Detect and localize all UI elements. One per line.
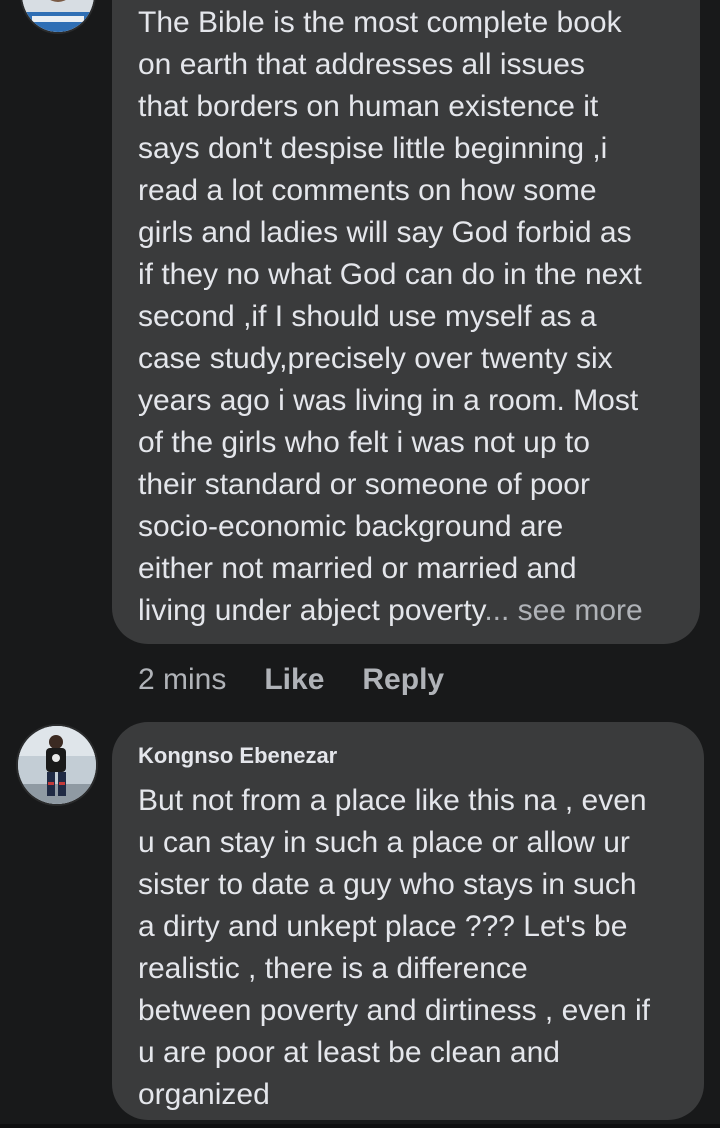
comment-actions: 2 mins Like Reply xyxy=(138,660,482,700)
comment-body: The Bible is the most complete book on e… xyxy=(138,6,642,627)
commenter-avatar[interactable] xyxy=(16,724,98,806)
reply-button[interactable]: Reply xyxy=(362,663,444,697)
bottom-divider xyxy=(0,1124,720,1128)
comment-bubble: The Bible is the most complete book on e… xyxy=(112,0,700,644)
like-button[interactable]: Like xyxy=(264,663,324,697)
commenter-avatar[interactable] xyxy=(20,0,96,34)
avatar-photo-icon xyxy=(18,726,96,804)
comment-text: But not from a place like this na , even… xyxy=(138,784,650,1111)
comment-text: The Bible is the most complete book on e… xyxy=(138,2,680,632)
comment-timestamp: 2 mins xyxy=(138,663,227,696)
comment-bubble: Kongnso Ebenezar But not from a place li… xyxy=(112,722,704,1120)
comment-author-name[interactable]: Kongnso Ebenezar xyxy=(138,742,684,770)
see-more-link[interactable]: ... see more xyxy=(484,594,642,627)
avatar-photo-icon xyxy=(22,0,94,32)
